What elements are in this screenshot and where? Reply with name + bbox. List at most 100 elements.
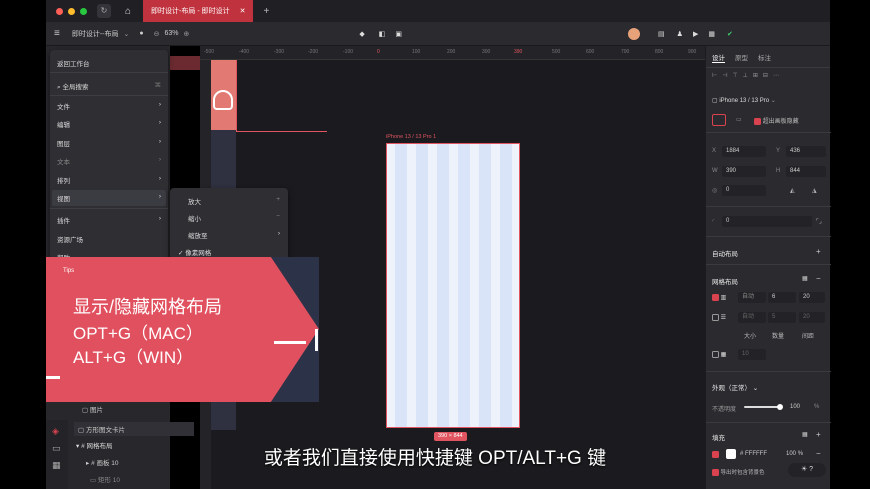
- grid-size-field[interactable]: 10: [738, 349, 766, 360]
- close-window-button[interactable]: [56, 7, 63, 15]
- submenu-item-pixel-grid[interactable]: ✓ 像素网格: [178, 247, 280, 257]
- ruler-tick-label: -300: [274, 49, 285, 55]
- menu-item-plugins[interactable]: 插件 ›: [57, 215, 161, 225]
- submenu-label: 像素网格: [185, 250, 212, 257]
- opacity-unit: %: [814, 404, 820, 410]
- rotation-field[interactable]: 0: [722, 185, 766, 196]
- grid-gap-field[interactable]: 20: [799, 292, 825, 303]
- refresh-icon[interactable]: ↻: [97, 4, 111, 18]
- rows-icon: ☰: [720, 315, 727, 322]
- zoom-in-icon[interactable]: ⊕: [184, 30, 190, 38]
- y-field[interactable]: 436: [786, 146, 826, 157]
- tab-prototype[interactable]: 原型: [735, 52, 748, 63]
- tab-annotate[interactable]: 标注: [758, 52, 771, 63]
- submenu-item-zoom-to[interactable]: 缩放至 ›: [188, 230, 280, 240]
- menu-label: 视图: [57, 196, 70, 203]
- add-auto-layout-button[interactable]: +: [816, 247, 821, 256]
- document-tab[interactable]: 即时设计-布局 - 即时设计 ✕: [143, 0, 254, 22]
- appearance-title[interactable]: 外观（正常） ⌄: [712, 382, 758, 392]
- remove-grid-button[interactable]: −: [816, 274, 821, 283]
- zoom-level[interactable]: 63%: [165, 30, 179, 37]
- grid-count-field[interactable]: 5: [768, 312, 796, 323]
- list-item[interactable]: ▭ 矩形 10: [90, 474, 120, 484]
- comment-icon[interactable]: ●: [139, 30, 143, 37]
- maximize-window-button[interactable]: [80, 7, 87, 15]
- play-icon[interactable]: ▶: [693, 30, 698, 38]
- ruler-tick-label: 700: [621, 49, 630, 55]
- grid-row[interactable]: ▦: [712, 351, 726, 358]
- align-icons[interactable]: ⊢⊣⊤⊥⊞⊟⋯: [712, 72, 784, 79]
- menu-item-layer[interactable]: 图层 ›: [57, 138, 161, 148]
- layout-icon[interactable]: ▦: [708, 30, 715, 38]
- grid-type-field[interactable]: 自动: [738, 312, 766, 323]
- component-icon[interactable]: ◆: [359, 30, 364, 38]
- checkbox[interactable]: [712, 351, 719, 358]
- checkbox[interactable]: [712, 469, 719, 477]
- grid-row[interactable]: ▥: [712, 294, 726, 301]
- menu-item-back[interactable]: 返回工作台: [57, 58, 161, 68]
- hamburger-icon[interactable]: ≡: [54, 28, 60, 39]
- menu-item-resources[interactable]: 资源广场: [57, 234, 161, 244]
- width-field[interactable]: 390: [722, 166, 766, 177]
- ruler-tick-label: 200: [447, 49, 456, 55]
- library-icon[interactable]: ▤: [658, 30, 665, 38]
- chevron-down-icon[interactable]: ⌄: [124, 30, 130, 38]
- document-name[interactable]: 即时设计--布局: [72, 29, 119, 39]
- list-item[interactable]: ▢ 方形图文卡片: [74, 422, 194, 436]
- menu-item-search[interactable]: ⌕ 全局搜索 ⌘: [57, 81, 161, 92]
- device-select[interactable]: ▢ iPhone 13 / 13 Pro ⌄: [712, 97, 776, 104]
- list-item[interactable]: ▢ 图片: [82, 404, 103, 414]
- home-icon[interactable]: ⌂: [125, 6, 131, 17]
- x-field[interactable]: 1884: [722, 146, 766, 157]
- grid-gap-field[interactable]: 20: [799, 312, 825, 323]
- size-badge: 390 × 844: [434, 432, 467, 441]
- opacity-value[interactable]: 100: [790, 404, 800, 410]
- checkbox[interactable]: [712, 314, 719, 321]
- tab-design[interactable]: 设计: [712, 52, 725, 63]
- menu-label: 图层: [57, 141, 70, 148]
- minimize-window-button[interactable]: [68, 7, 75, 15]
- frame-label[interactable]: iPhone 13 / 13 Pro 1: [386, 134, 436, 140]
- layer-images-label: 图片: [89, 407, 103, 414]
- add-fill-button[interactable]: +: [816, 430, 821, 439]
- flip-horizontal-icon[interactable]: ◭: [790, 187, 795, 194]
- avatar[interactable]: [628, 27, 641, 40]
- zoom-out-icon[interactable]: ⊖: [154, 30, 160, 38]
- portrait-icon[interactable]: [712, 114, 726, 126]
- iphone-frame[interactable]: [386, 143, 520, 428]
- submenu-item-zoom-in[interactable]: 放大 +: [188, 196, 280, 206]
- grid-layout-title: 网格布局: [712, 279, 738, 286]
- grid-type-field[interactable]: 自动: [738, 292, 766, 303]
- clip-content-checkbox[interactable]: 超出画板隐藏: [754, 116, 799, 125]
- menu-item-edit[interactable]: 编辑 ›: [57, 119, 161, 129]
- divider: [706, 236, 831, 237]
- flip-vertical-icon[interactable]: ◮: [812, 187, 817, 194]
- menu-item-arrange[interactable]: 排列 ›: [57, 175, 161, 185]
- grid-style-icon[interactable]: ▦: [802, 275, 808, 282]
- slider-handle[interactable]: [777, 404, 783, 410]
- menu-item-file[interactable]: 文件 ›: [57, 101, 161, 111]
- checkbox[interactable]: [754, 117, 761, 125]
- submenu-item-zoom-out[interactable]: 缩小 −: [188, 213, 280, 223]
- layers-icon[interactable]: ◈: [52, 426, 62, 437]
- checkbox[interactable]: [712, 294, 719, 301]
- landscape-icon[interactable]: ▭: [736, 116, 742, 123]
- grid-header-count: 数量: [772, 334, 785, 340]
- image-icon[interactable]: ▣: [395, 30, 402, 38]
- new-tab-button[interactable]: +: [263, 6, 269, 17]
- grid-count-field[interactable]: 6: [768, 292, 796, 303]
- radius-field[interactable]: 0: [722, 216, 812, 227]
- grid-icon: ▦: [720, 352, 727, 359]
- opacity-slider[interactable]: [744, 404, 783, 410]
- menu-item-view[interactable]: 视图 ›: [52, 190, 166, 206]
- fill-style-icon[interactable]: ▦: [802, 431, 808, 438]
- boolean-icon[interactable]: ◧: [379, 30, 386, 38]
- menu-item-text[interactable]: 文本 ›: [57, 156, 161, 166]
- independent-corners-icon[interactable]: ⌜⌟: [816, 218, 822, 225]
- share-icon[interactable]: ♟: [677, 30, 683, 38]
- close-tab-icon[interactable]: ✕: [240, 7, 246, 15]
- main-menu: 返回工作台 ⌕ 全局搜索 ⌘ 文件 › 编辑 › 图层 › 文本 › 排列 › 视图 › 插件…: [50, 50, 168, 262]
- card-image[interactable]: [211, 60, 236, 130]
- height-field[interactable]: 844: [786, 166, 826, 177]
- grid-row[interactable]: ☰: [712, 314, 726, 321]
